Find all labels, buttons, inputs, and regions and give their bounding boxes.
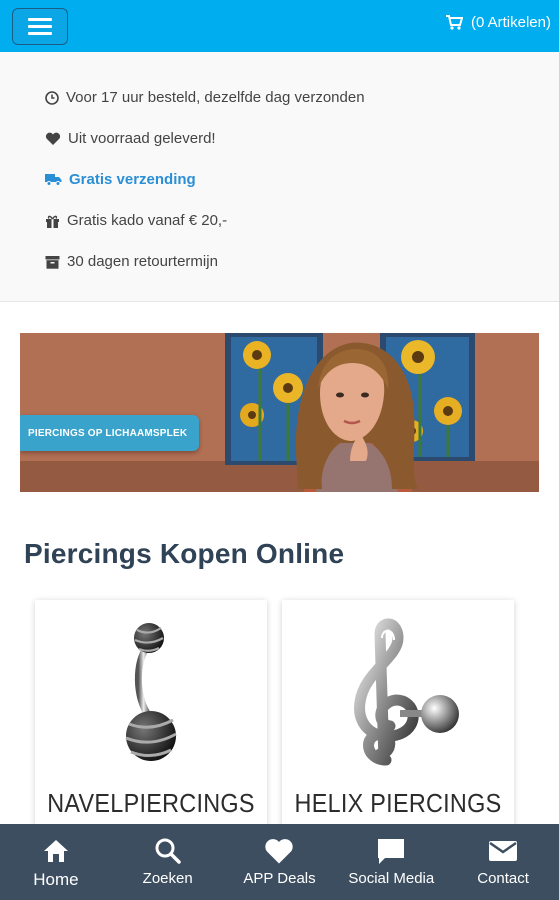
category-label: HELIX PIERCINGS [294, 788, 502, 818]
bottom-navigation: Home Zoeken APP Deals Social Media Conta… [0, 824, 559, 900]
nav-social-media[interactable]: Social Media [335, 824, 447, 900]
usp-item-gift: Gratis kado vanaf € 20,- [45, 212, 227, 229]
usp-label: Gratis kado vanaf € 20,- [67, 212, 228, 229]
nav-label: Zoeken [142, 870, 193, 887]
category-card-navel[interactable]: NAVELPIERCINGS [35, 600, 267, 835]
search-icon [155, 838, 181, 864]
nav-label: Contact [477, 870, 529, 887]
page-title: Piercings Kopen Online [24, 538, 345, 569]
hamburger-line [28, 32, 52, 35]
heart-icon [265, 839, 294, 864]
usp-item-same-day: Voor 17 uur besteld, dezelfde dag verzon… [45, 89, 365, 106]
helix-piercing-icon [354, 618, 459, 766]
nav-app-deals[interactable]: APP Deals [224, 824, 336, 900]
category-card-helix[interactable]: HELIX PIERCINGS [282, 600, 514, 835]
nav-label: Social Media [348, 870, 435, 887]
usp-item-returns: 30 dagen retourtermijn [45, 253, 218, 270]
usp-panel: Voor 17 uur besteld, dezelfde dag verzon… [0, 52, 559, 302]
heart-icon [45, 132, 61, 146]
nav-contact[interactable]: Contact [447, 824, 559, 900]
nav-search[interactable]: Zoeken [112, 824, 224, 900]
usp-label: Uit voorraad geleverd! [68, 130, 216, 147]
cart-count: (0 Artikelen) [470, 14, 551, 31]
menu-button[interactable] [12, 8, 68, 45]
cart-icon [445, 15, 463, 30]
banner-label: PIERCINGS OP LICHAAMSPLEK [20, 415, 200, 451]
chat-icon [378, 839, 405, 864]
usp-label: Voor 17 uur besteld, dezelfde dag verzon… [66, 89, 365, 106]
cart-button[interactable]: (0 Artikelen) [445, 14, 551, 31]
clock-icon [45, 90, 59, 105]
category-label: NAVELPIERCINGS [47, 788, 255, 818]
archive-icon [45, 255, 60, 269]
nav-label: APP Deals [243, 870, 316, 887]
nav-home[interactable]: Home [0, 824, 112, 900]
gift-icon [45, 214, 60, 228]
truck-icon [45, 173, 62, 186]
mail-icon [489, 841, 518, 861]
promo-banner[interactable]: PIERCINGS OP LICHAAMSPLEK [20, 333, 539, 492]
usp-label: 30 dagen retourtermijn [67, 253, 218, 270]
usp-item-free-shipping[interactable]: Gratis verzending [45, 171, 196, 188]
home-icon [43, 840, 68, 862]
usp-label: Gratis verzending [69, 171, 196, 188]
top-bar: (0 Artikelen) [0, 0, 559, 52]
nav-label: Home [33, 870, 79, 889]
hamburger-line [28, 25, 52, 28]
banner-image [20, 333, 539, 492]
hamburger-line [28, 18, 52, 21]
usp-item-stock: Uit voorraad geleverd! [45, 130, 216, 147]
navel-piercing-icon [125, 623, 177, 761]
